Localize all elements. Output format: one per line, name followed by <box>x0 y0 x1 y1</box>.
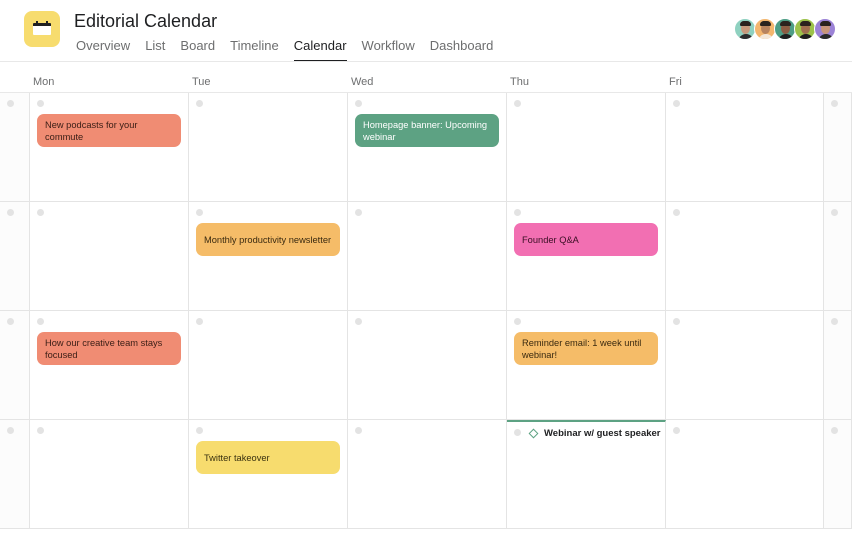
task-label: Monthly productivity newsletter <box>204 234 332 245</box>
calendar-grid: New podcasts for your commute Homepage ba… <box>0 93 852 529</box>
calendar-day-cell[interactable] <box>30 420 189 529</box>
tab-list[interactable]: List <box>145 38 165 62</box>
tab-calendar[interactable]: Calendar <box>293 38 347 62</box>
add-task-dot[interactable] <box>355 318 362 325</box>
task-card[interactable]: Reminder email: 1 week until webinar! <box>514 332 658 365</box>
member-avatar[interactable] <box>794 18 816 40</box>
member-avatar[interactable] <box>754 18 776 40</box>
member-avatar[interactable] <box>774 18 796 40</box>
milestone[interactable]: Webinar w/ guest speaker <box>528 428 661 439</box>
add-task-dot[interactable] <box>355 100 362 107</box>
add-task-dot[interactable] <box>196 318 203 325</box>
calendar-day-cell[interactable] <box>824 202 852 311</box>
calendar-day-cell[interactable] <box>348 311 507 420</box>
day-header-fri: Fri <box>669 76 682 88</box>
calendar-day-cell[interactable] <box>666 420 824 529</box>
calendar-day-cell[interactable] <box>348 420 507 529</box>
tab-timeline[interactable]: Timeline <box>230 38 279 62</box>
project-title: Editorial Calendar <box>74 11 218 31</box>
add-task-dot[interactable] <box>7 318 14 325</box>
tab-dashboard[interactable]: Dashboard <box>430 38 494 62</box>
add-task-dot[interactable] <box>355 209 362 216</box>
add-task-dot[interactable] <box>831 318 838 325</box>
day-headers: Mon Tue Wed Thu Fri <box>0 62 852 93</box>
add-task-dot[interactable] <box>7 209 14 216</box>
add-task-dot[interactable] <box>673 100 680 107</box>
add-task-dot[interactable] <box>831 427 838 434</box>
task-label: Reminder email: 1 week until webinar! <box>522 337 642 360</box>
tab-board[interactable]: Board <box>180 38 215 62</box>
day-header-wed: Wed <box>351 76 374 88</box>
add-task-dot[interactable] <box>355 427 362 434</box>
calendar-icon <box>24 11 60 47</box>
add-task-dot[interactable] <box>37 318 44 325</box>
day-header-thu: Thu <box>510 76 529 88</box>
tab-workflow[interactable]: Workflow <box>362 38 415 62</box>
tab-overview[interactable]: Overview <box>76 38 130 62</box>
calendar-day-cell[interactable] <box>0 93 30 202</box>
add-task-dot[interactable] <box>7 427 14 434</box>
add-task-dot[interactable] <box>673 318 680 325</box>
add-task-dot[interactable] <box>37 427 44 434</box>
calendar-day-cell[interactable] <box>189 93 348 202</box>
task-card[interactable]: Founder Q&A <box>514 223 658 256</box>
calendar-day-cell[interactable] <box>666 311 824 420</box>
task-label: Founder Q&A <box>522 234 579 245</box>
calendar-day-cell[interactable] <box>824 93 852 202</box>
task-label: Twitter takeover <box>204 452 270 463</box>
calendar-day-cell[interactable] <box>30 202 189 311</box>
calendar-day-cell[interactable] <box>507 93 666 202</box>
task-label: New podcasts for your commute <box>45 119 138 142</box>
diamond-milestone-icon <box>528 428 539 439</box>
add-task-dot[interactable] <box>7 100 14 107</box>
calendar-day-cell[interactable] <box>189 311 348 420</box>
calendar-day-cell[interactable] <box>824 420 852 529</box>
calendar-day-cell[interactable] <box>0 311 30 420</box>
member-avatar[interactable] <box>734 18 756 40</box>
calendar-day-cell[interactable]: Homepage banner: Upcoming webinar <box>348 93 507 202</box>
task-card[interactable]: New podcasts for your commute <box>37 114 181 147</box>
project-header: Editorial Calendar Overview List Board T… <box>0 0 852 62</box>
calendar-day-cell[interactable]: Founder Q&A <box>507 202 666 311</box>
calendar-day-cell[interactable]: Webinar w/ guest speaker <box>507 420 666 529</box>
calendar-day-cell[interactable] <box>0 202 30 311</box>
add-task-dot[interactable] <box>514 318 521 325</box>
add-task-dot[interactable] <box>514 209 521 216</box>
project-members[interactable] <box>734 18 836 40</box>
day-header-mon: Mon <box>33 76 55 88</box>
calendar-day-cell[interactable]: Twitter takeover <box>189 420 348 529</box>
add-task-dot[interactable] <box>673 427 680 434</box>
add-task-dot[interactable] <box>196 209 203 216</box>
task-card[interactable]: Monthly productivity newsletter <box>196 223 340 256</box>
add-task-dot[interactable] <box>673 209 680 216</box>
view-tabs: Overview List Board Timeline Calendar Wo… <box>76 38 508 62</box>
task-card[interactable]: Homepage banner: Upcoming webinar <box>355 114 499 147</box>
calendar-day-cell[interactable] <box>666 93 824 202</box>
add-task-dot[interactable] <box>514 100 521 107</box>
add-task-dot[interactable] <box>196 100 203 107</box>
add-task-dot[interactable] <box>831 209 838 216</box>
task-label: Homepage banner: Upcoming webinar <box>363 119 488 142</box>
task-card[interactable]: How our creative team stays focused <box>37 332 181 365</box>
add-task-dot[interactable] <box>37 209 44 216</box>
calendar-day-cell[interactable]: Reminder email: 1 week until webinar! <box>507 311 666 420</box>
calendar-day-cell[interactable] <box>666 202 824 311</box>
add-task-dot[interactable] <box>196 427 203 434</box>
calendar-day-cell[interactable]: New podcasts for your commute <box>30 93 189 202</box>
add-task-dot[interactable] <box>831 100 838 107</box>
calendar-day-cell[interactable]: Monthly productivity newsletter <box>189 202 348 311</box>
calendar-day-cell[interactable] <box>348 202 507 311</box>
calendar-day-cell[interactable] <box>824 311 852 420</box>
task-card[interactable]: Twitter takeover <box>196 441 340 474</box>
calendar-day-cell[interactable]: How our creative team stays focused <box>30 311 189 420</box>
calendar-day-cell[interactable] <box>0 420 30 529</box>
add-task-dot[interactable] <box>514 429 521 436</box>
task-label: How our creative team stays focused <box>45 337 163 360</box>
day-header-tue: Tue <box>192 76 211 88</box>
milestone-label: Webinar w/ guest speaker <box>544 428 661 439</box>
add-task-dot[interactable] <box>37 100 44 107</box>
member-avatar[interactable] <box>814 18 836 40</box>
